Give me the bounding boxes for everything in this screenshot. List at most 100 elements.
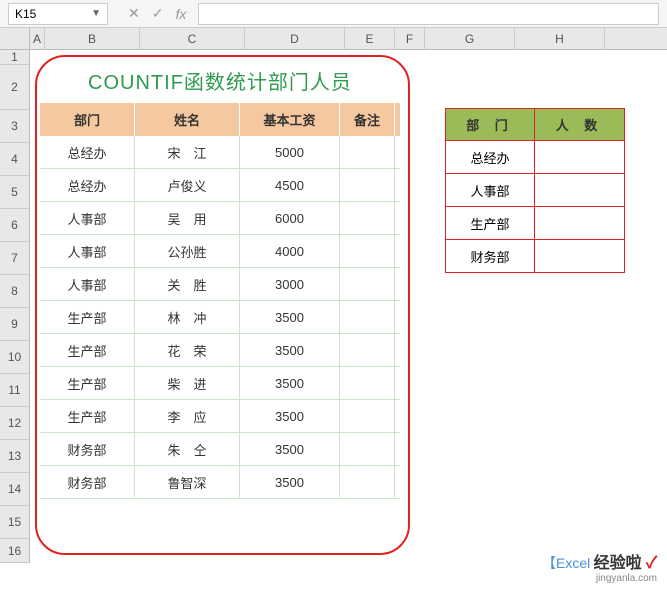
cell-dept[interactable]: 财务部	[40, 433, 135, 465]
confirm-icon[interactable]: ✓	[152, 5, 164, 22]
col-header-D[interactable]: D	[245, 28, 345, 49]
name-box[interactable]: K15 ▼	[8, 3, 108, 25]
side-cell-dept[interactable]: 总经办	[445, 141, 535, 174]
table-row[interactable]: 生产部李 应3500	[40, 400, 400, 433]
cell-name[interactable]: 卢俊义	[135, 169, 240, 201]
table-row[interactable]: 总经办宋 江5000	[40, 136, 400, 169]
cell-salary[interactable]: 4500	[240, 169, 340, 201]
row-header-6[interactable]: 6	[0, 209, 29, 242]
cell-salary[interactable]: 3500	[240, 301, 340, 333]
row-header-11[interactable]: 11	[0, 374, 29, 407]
cell-salary[interactable]: 3500	[240, 367, 340, 399]
cell-dept[interactable]: 生产部	[40, 301, 135, 333]
cell-name[interactable]: 林 冲	[135, 301, 240, 333]
cells-area[interactable]: COUNTIF函数统计部门人员 部门 姓名 基本工资 备注 总经办宋 江5000…	[30, 50, 667, 563]
table-row[interactable]: 财务部鲁智深3500	[40, 466, 400, 499]
cell-name[interactable]: 朱 仝	[135, 433, 240, 465]
cell-name[interactable]: 宋 江	[135, 136, 240, 168]
formula-input[interactable]	[198, 3, 659, 25]
row-header-2[interactable]: 2	[0, 65, 29, 110]
cell-note[interactable]	[340, 367, 395, 399]
side-table-row[interactable]: 总经办	[445, 141, 625, 174]
row-header-3[interactable]: 3	[0, 110, 29, 143]
cell-note[interactable]	[340, 169, 395, 201]
cell-note[interactable]	[340, 301, 395, 333]
row-header-16[interactable]: 16	[0, 539, 29, 563]
cell-dept[interactable]: 人事部	[40, 268, 135, 300]
cell-salary[interactable]: 4000	[240, 235, 340, 267]
side-cell-dept[interactable]: 生产部	[445, 207, 535, 240]
row-header-10[interactable]: 10	[0, 341, 29, 374]
row-header-5[interactable]: 5	[0, 176, 29, 209]
fx-icon[interactable]: fx	[175, 6, 186, 22]
side-cell-count[interactable]	[535, 207, 625, 240]
col-header-F[interactable]: F	[395, 28, 425, 49]
cell-name[interactable]: 公孙胜	[135, 235, 240, 267]
cell-name[interactable]: 吴 用	[135, 202, 240, 234]
table-row[interactable]: 人事部关 胜3000	[40, 268, 400, 301]
cell-note[interactable]	[340, 136, 395, 168]
cell-dept[interactable]: 生产部	[40, 367, 135, 399]
cell-note[interactable]	[340, 433, 395, 465]
table-row[interactable]: 生产部花 荣3500	[40, 334, 400, 367]
cell-dept[interactable]: 人事部	[40, 202, 135, 234]
cell-name[interactable]: 关 胜	[135, 268, 240, 300]
col-header-E[interactable]: E	[345, 28, 395, 49]
cell-note[interactable]	[340, 466, 395, 498]
side-table-row[interactable]: 财务部	[445, 240, 625, 273]
table-row[interactable]: 人事部公孙胜4000	[40, 235, 400, 268]
cell-note[interactable]	[340, 235, 395, 267]
select-all-corner[interactable]	[0, 28, 30, 49]
cell-dept[interactable]: 人事部	[40, 235, 135, 267]
cell-name[interactable]: 李 应	[135, 400, 240, 432]
side-cell-dept[interactable]: 财务部	[445, 240, 535, 273]
row-header-12[interactable]: 12	[0, 407, 29, 440]
cell-note[interactable]	[340, 334, 395, 366]
table-row[interactable]: 生产部林 冲3500	[40, 301, 400, 334]
side-table-row[interactable]: 生产部	[445, 207, 625, 240]
cell-dept[interactable]: 总经办	[40, 169, 135, 201]
cell-dept[interactable]: 财务部	[40, 466, 135, 498]
cell-salary[interactable]: 3500	[240, 433, 340, 465]
col-header-G[interactable]: G	[425, 28, 515, 49]
side-table-row[interactable]: 人事部	[445, 174, 625, 207]
side-cell-count[interactable]	[535, 240, 625, 273]
cell-salary[interactable]: 5000	[240, 136, 340, 168]
cell-note[interactable]	[340, 202, 395, 234]
cancel-icon[interactable]: ✕	[128, 5, 140, 22]
cell-note[interactable]	[340, 268, 395, 300]
side-cell-dept[interactable]: 人事部	[445, 174, 535, 207]
table-row[interactable]: 财务部朱 仝3500	[40, 433, 400, 466]
col-header-B[interactable]: B	[45, 28, 140, 49]
row-header-13[interactable]: 13	[0, 440, 29, 473]
table-row[interactable]: 人事部吴 用6000	[40, 202, 400, 235]
cell-salary[interactable]: 3500	[240, 334, 340, 366]
cell-dept[interactable]: 总经办	[40, 136, 135, 168]
col-header-A[interactable]: A	[30, 28, 45, 49]
chevron-down-icon[interactable]: ▼	[91, 8, 101, 19]
cell-name[interactable]: 鲁智深	[135, 466, 240, 498]
cell-salary[interactable]: 3500	[240, 466, 340, 498]
row-header-1[interactable]: 1	[0, 50, 29, 65]
cell-note[interactable]	[340, 400, 395, 432]
row-header-7[interactable]: 7	[0, 242, 29, 275]
side-table: 部 门 人 数 总经办人事部生产部财务部	[445, 108, 625, 273]
row-header-8[interactable]: 8	[0, 275, 29, 308]
cell-name[interactable]: 柴 进	[135, 367, 240, 399]
cell-dept[interactable]: 生产部	[40, 400, 135, 432]
row-header-14[interactable]: 14	[0, 473, 29, 506]
cell-salary[interactable]: 6000	[240, 202, 340, 234]
side-cell-count[interactable]	[535, 141, 625, 174]
row-header-9[interactable]: 9	[0, 308, 29, 341]
row-header-15[interactable]: 15	[0, 506, 29, 539]
table-row[interactable]: 生产部柴 进3500	[40, 367, 400, 400]
cell-dept[interactable]: 生产部	[40, 334, 135, 366]
col-header-H[interactable]: H	[515, 28, 605, 49]
table-row[interactable]: 总经办卢俊义4500	[40, 169, 400, 202]
col-header-C[interactable]: C	[140, 28, 245, 49]
row-header-4[interactable]: 4	[0, 143, 29, 176]
cell-salary[interactable]: 3000	[240, 268, 340, 300]
side-cell-count[interactable]	[535, 174, 625, 207]
cell-name[interactable]: 花 荣	[135, 334, 240, 366]
cell-salary[interactable]: 3500	[240, 400, 340, 432]
